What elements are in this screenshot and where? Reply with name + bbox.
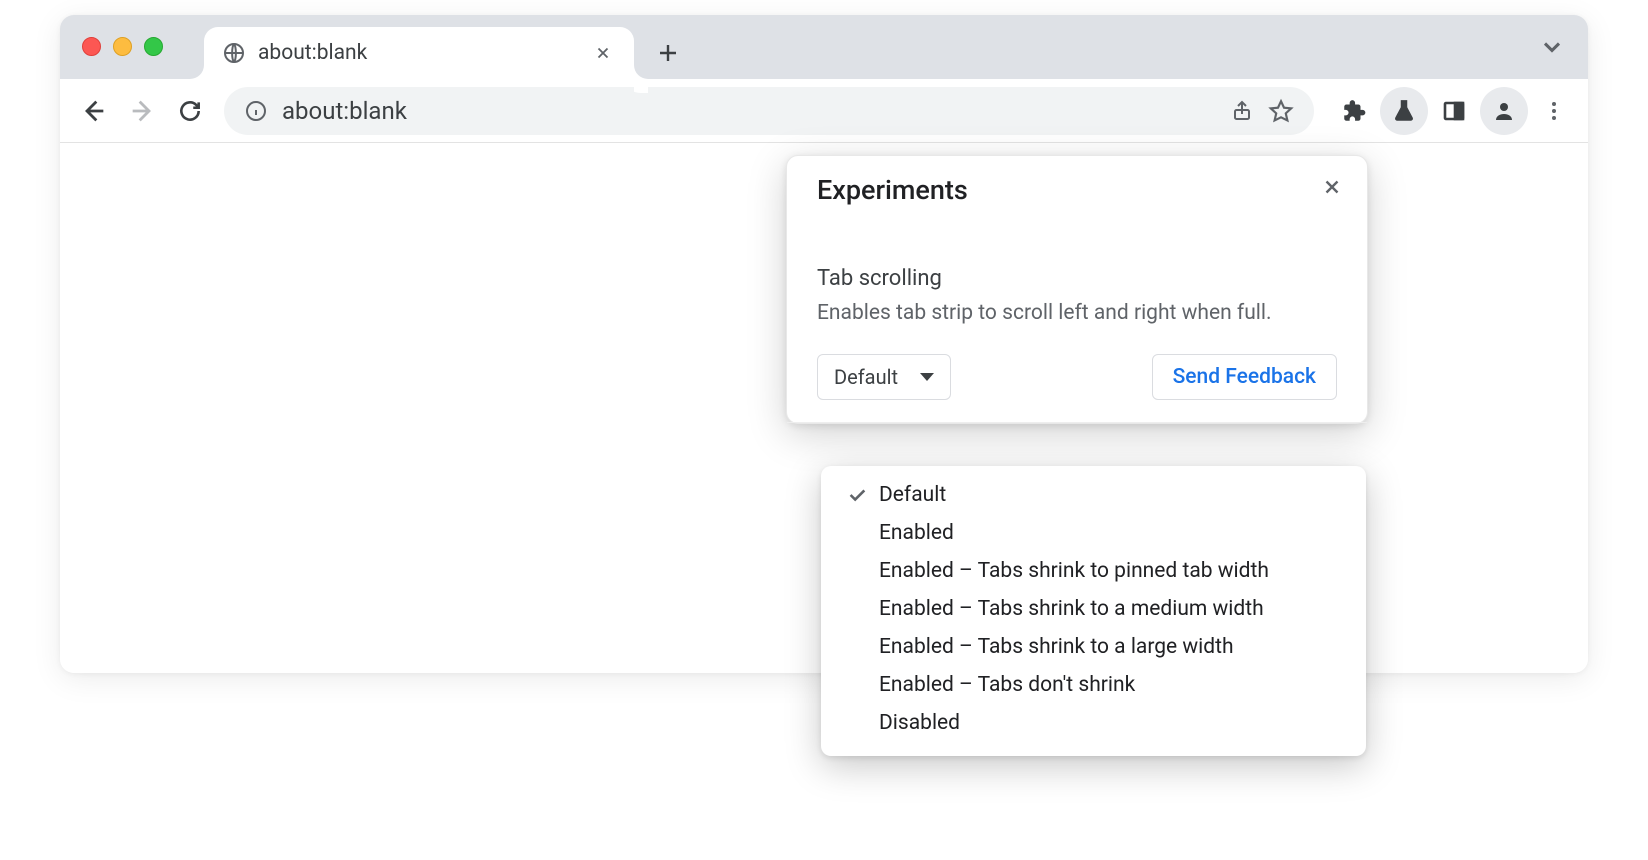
tab-title: about:blank: [258, 41, 590, 65]
dropdown-option-label: Enabled – Tabs don't shrink: [879, 673, 1135, 697]
dropdown-option[interactable]: Disabled: [821, 704, 1366, 742]
new-tab-button[interactable]: [646, 31, 690, 75]
dropdown-option[interactable]: Enabled – Tabs shrink to a large width: [821, 628, 1366, 666]
reload-button[interactable]: [166, 87, 214, 135]
browser-window: about:blank about:blank: [60, 15, 1588, 673]
close-tab-button[interactable]: [590, 40, 616, 66]
tab-0[interactable]: about:blank: [204, 27, 634, 79]
globe-icon: [222, 41, 246, 65]
kebab-menu-button[interactable]: [1530, 87, 1578, 135]
experiment-section: Tab scrolling Enables tab strip to scrol…: [787, 206, 1367, 423]
send-feedback-button[interactable]: Send Feedback: [1152, 354, 1337, 400]
toolbar-right: [1330, 87, 1578, 135]
window-controls: [82, 37, 163, 56]
site-info-icon[interactable]: [244, 99, 268, 123]
select-dropdown: Default Enabled Enabled – Tabs shrink to p…: [821, 466, 1366, 756]
experiment-select[interactable]: Default: [817, 354, 951, 400]
dropdown-option-label: Enabled – Tabs shrink to a medium width: [879, 597, 1264, 621]
experiments-popup: Experiments Tab scrolling Enables tab st…: [786, 155, 1368, 424]
experiment-title: Tab scrolling: [817, 266, 1337, 291]
address-bar[interactable]: about:blank: [224, 87, 1314, 135]
tabs-dropdown-button[interactable]: [1538, 33, 1566, 61]
maximize-window-button[interactable]: [144, 37, 163, 56]
share-button[interactable]: [1230, 99, 1254, 123]
close-window-button[interactable]: [82, 37, 101, 56]
extensions-button[interactable]: [1330, 87, 1378, 135]
dropdown-option[interactable]: Enabled – Tabs shrink to a medium width: [821, 590, 1366, 628]
profile-button[interactable]: [1480, 87, 1528, 135]
select-value: Default: [834, 365, 898, 389]
side-panel-button[interactable]: [1430, 87, 1478, 135]
dropdown-option[interactable]: Enabled: [821, 514, 1366, 552]
tab-strip: about:blank: [60, 15, 1588, 79]
dropdown-option[interactable]: Enabled – Tabs don't shrink: [821, 666, 1366, 704]
chevron-down-icon: [920, 373, 934, 381]
dropdown-option-label: Disabled: [879, 711, 960, 735]
dropdown-option-label: Default: [879, 483, 946, 507]
dropdown-option-label: Enabled: [879, 521, 954, 545]
url-text: about:blank: [282, 97, 1216, 125]
back-button[interactable]: [70, 87, 118, 135]
dropdown-option-label: Enabled – Tabs shrink to a large width: [879, 635, 1234, 659]
experiments-button[interactable]: [1380, 87, 1428, 135]
dropdown-option[interactable]: Enabled – Tabs shrink to pinned tab widt…: [821, 552, 1366, 590]
experiment-description: Enables tab strip to scroll left and rig…: [817, 299, 1337, 328]
dropdown-option[interactable]: Default: [821, 476, 1366, 514]
check-icon: [835, 484, 879, 506]
toolbar: about:blank: [60, 79, 1588, 143]
close-popup-button[interactable]: [1315, 170, 1349, 204]
dropdown-option-label: Enabled – Tabs shrink to pinned tab widt…: [879, 559, 1269, 583]
bookmark-button[interactable]: [1268, 98, 1294, 124]
popup-title: Experiments: [787, 174, 1367, 206]
minimize-window-button[interactable]: [113, 37, 132, 56]
forward-button[interactable]: [118, 87, 166, 135]
